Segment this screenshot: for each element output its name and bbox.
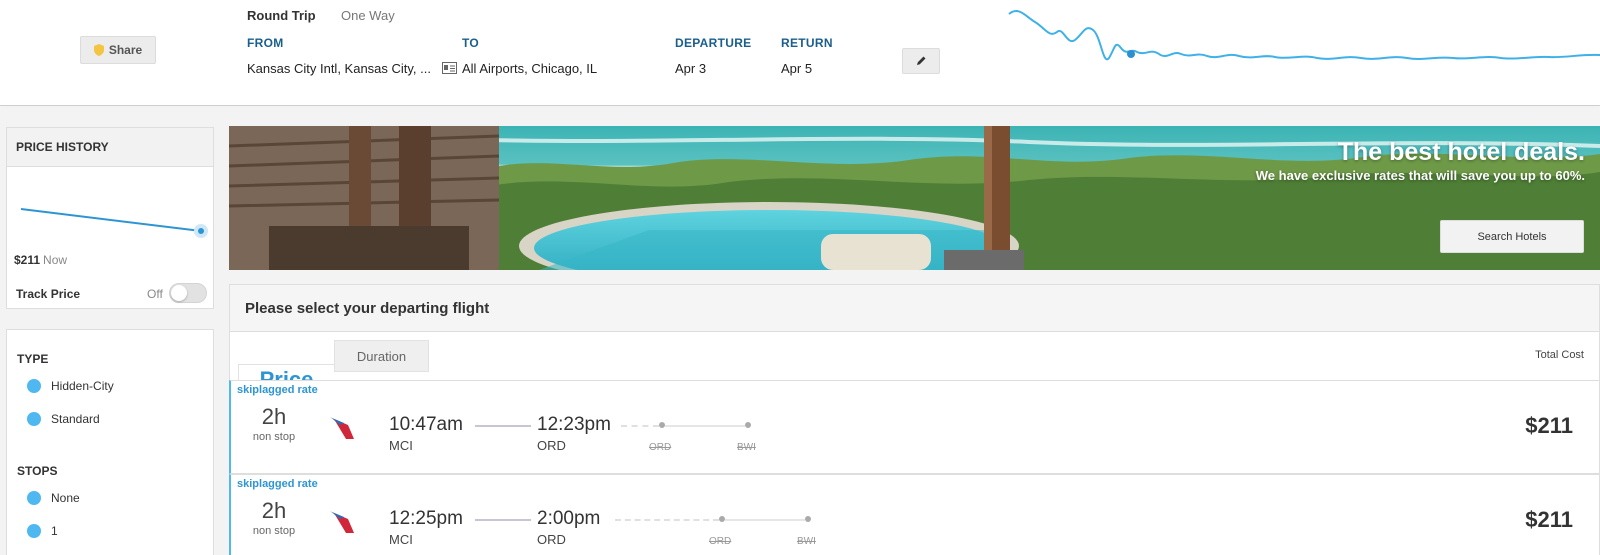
track-price-toggle[interactable] [169, 283, 207, 303]
arrive-time: 2:00pm [537, 508, 601, 529]
shield-icon [93, 44, 104, 56]
flight-price: $211 [1525, 507, 1573, 532]
departure-label: DEPARTURE [675, 36, 752, 50]
price-trend-sparkline[interactable] [1005, 0, 1600, 72]
edit-search-button[interactable] [902, 48, 940, 74]
hotel-deals-banner[interactable]: The best hotel deals. We have exclusive … [229, 126, 1600, 270]
filter-dot [27, 379, 41, 393]
american-airlines-icon [330, 417, 354, 439]
flight-row[interactable]: skiplagged rate 2h non stop 12:25pm MCI … [229, 474, 1600, 555]
total-cost-label: Total Cost [1535, 349, 1584, 361]
flight-segment-line [475, 425, 531, 427]
hidden-segment-dash [621, 425, 659, 427]
banner-title: The best hotel deals. [1337, 138, 1585, 166]
trip-type-round-trip[interactable]: Round Trip [247, 8, 316, 23]
depart-airport: MCI [389, 532, 413, 547]
hidden-segment-line [665, 425, 745, 427]
search-hotels-button[interactable]: Search Hotels [1440, 220, 1584, 253]
return-field[interactable]: Apr 5 [781, 61, 812, 76]
arrive-time: 12:23pm [537, 414, 611, 435]
from-label: FROM [247, 36, 284, 50]
id-card-icon[interactable] [442, 62, 457, 74]
to-label: TO [462, 36, 480, 50]
banner-subtitle: We have exclusive rates that will save y… [1255, 168, 1585, 183]
hidden-segment-line [725, 519, 805, 521]
depart-time: 12:25pm [389, 508, 463, 529]
hidden-stop-dot [745, 422, 751, 428]
skiplagged-rate-badge: skiplagged rate [237, 384, 318, 396]
type-filter-title: TYPE [17, 352, 49, 366]
flight-stops: non stop [252, 431, 296, 443]
current-price: $211 [14, 253, 41, 267]
hidden-segment-dash [615, 519, 719, 521]
track-price-label: Track Price [16, 287, 81, 301]
skiplagged-rate-badge: skiplagged rate [237, 478, 318, 490]
share-label: Share [108, 43, 143, 57]
depart-airport: MCI [389, 438, 413, 453]
trip-type-one-way[interactable]: One Way [341, 8, 395, 23]
filter-label: 1 [51, 524, 58, 538]
filter-dot [27, 524, 41, 538]
flight-stops: non stop [252, 525, 296, 537]
stops-filter-title: STOPS [17, 464, 58, 478]
track-price-state: Off [147, 287, 163, 301]
price-history-current: $211 Now [14, 253, 67, 267]
filter-dot [27, 491, 41, 505]
toggle-knob [171, 285, 187, 301]
tab-sort-duration[interactable]: Duration [334, 340, 429, 372]
flight-row[interactable]: skiplagged rate 2h non stop 10:47am MCI … [229, 380, 1600, 474]
to-field[interactable]: All Airports, Chicago, IL [462, 61, 597, 76]
departure-field[interactable]: Apr 3 [675, 61, 706, 76]
results-heading: Please select your departing flight [229, 284, 1600, 332]
filter-dot [27, 412, 41, 426]
filter-standard[interactable]: Standard [27, 412, 100, 426]
share-button[interactable]: Share [80, 36, 156, 64]
hidden-stop-code: ORD [709, 536, 732, 547]
flight-duration: 2h [261, 498, 287, 523]
flight-duration: 2h [261, 404, 287, 429]
filter-stops-none[interactable]: None [27, 491, 80, 505]
hidden-stop-dot [805, 516, 811, 522]
arrive-airport: ORD [537, 438, 566, 453]
arrive-airport: ORD [537, 532, 566, 547]
track-price-row: Track Price Off [6, 277, 214, 309]
filter-label: Standard [51, 412, 100, 426]
final-destination-code: BWI [737, 442, 756, 453]
price-history-title: PRICE HISTORY [6, 127, 214, 167]
final-destination-code: BWI [797, 536, 816, 547]
flight-price: $211 [1525, 413, 1573, 438]
from-field[interactable]: Kansas City Intl, Kansas City, ... [247, 61, 431, 76]
search-header: Share Round Trip One Way FROM Kansas Cit… [0, 0, 1600, 106]
filter-stops-1[interactable]: 1 [27, 524, 58, 538]
filter-hidden-city[interactable]: Hidden-City [27, 379, 114, 393]
sort-bar: Price Duration Total Cost [229, 332, 1600, 396]
filter-label: Hidden-City [51, 379, 114, 393]
filters-panel: TYPE Hidden-City Standard STOPS None 1 [6, 329, 214, 555]
depart-time: 10:47am [389, 414, 463, 435]
flight-segment-line [475, 519, 531, 521]
return-label: RETURN [781, 36, 833, 50]
price-history-line [20, 208, 208, 238]
current-price-note: Now [43, 253, 68, 267]
american-airlines-icon [330, 511, 354, 533]
filter-label: None [51, 491, 80, 505]
pencil-icon [917, 56, 926, 65]
hidden-stop-code: ORD [649, 442, 672, 453]
